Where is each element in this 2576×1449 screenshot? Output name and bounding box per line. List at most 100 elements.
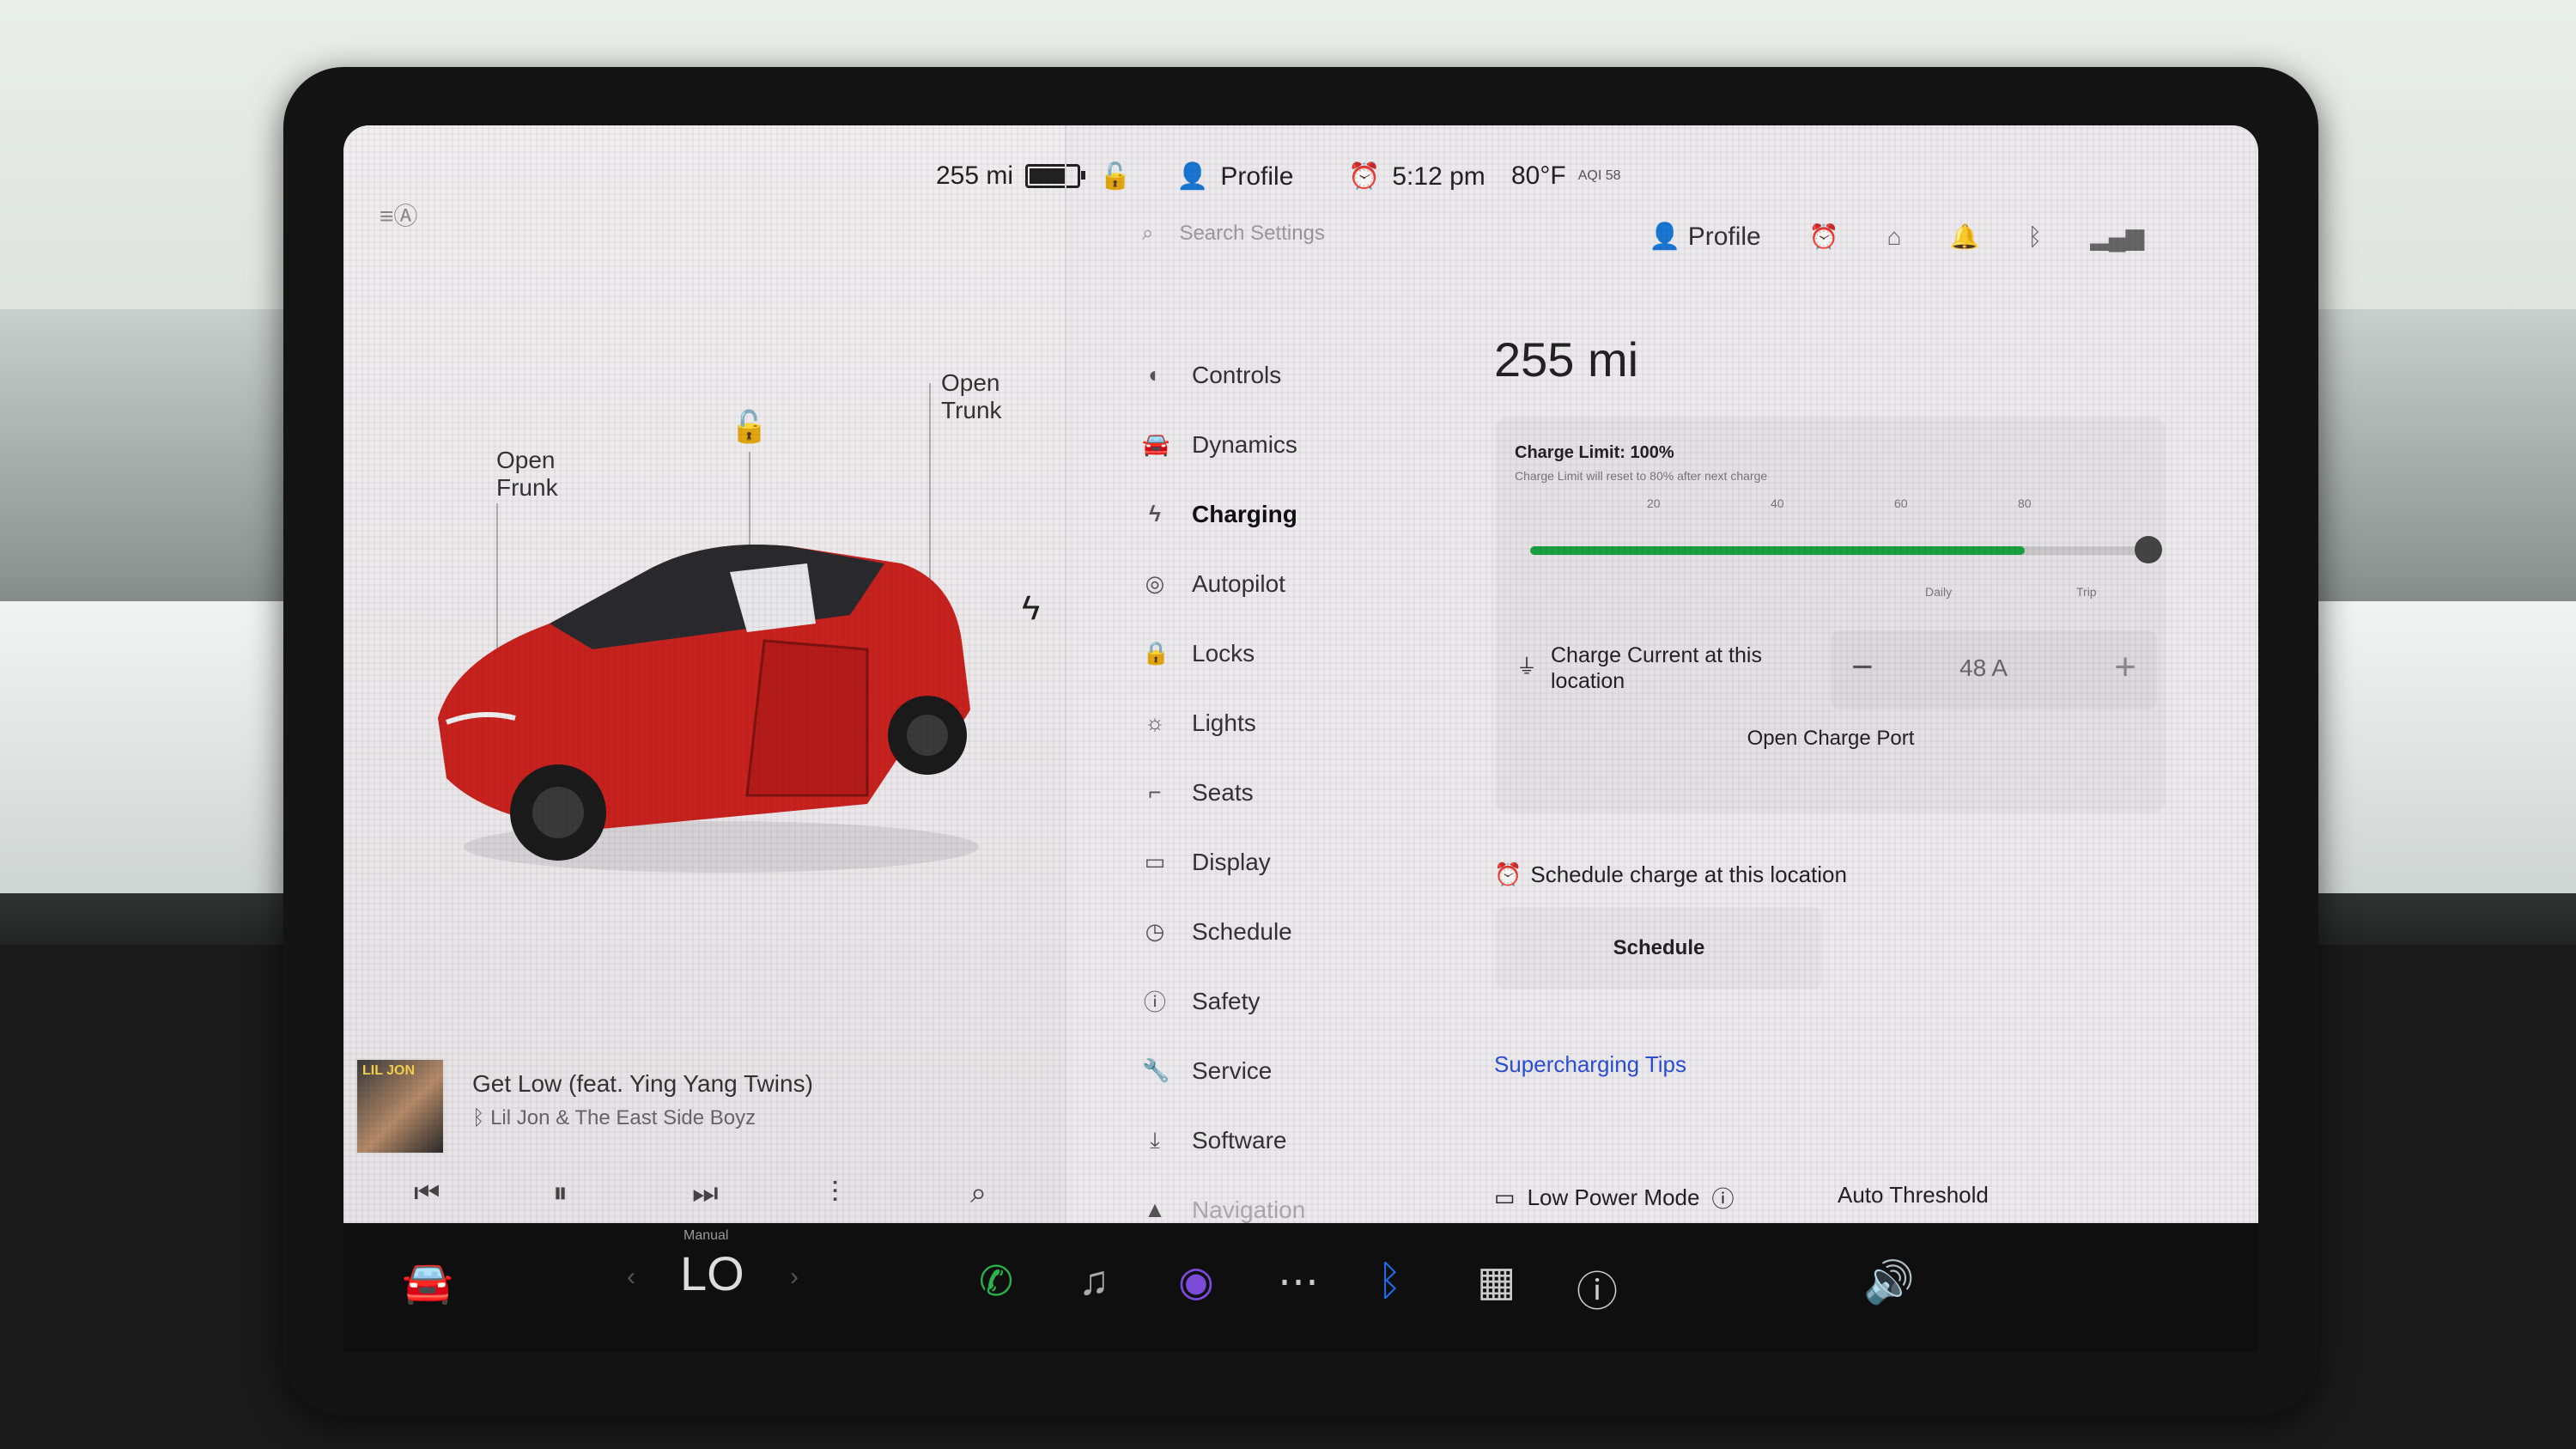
pause-icon[interactable]: ⏸	[553, 1177, 568, 1210]
charge-current-value: 48 A	[1959, 654, 2008, 681]
download-icon: ⤓	[1150, 1126, 1160, 1153]
menu-item-autopilot[interactable]: ◎ Autopilot	[1142, 549, 1468, 618]
range-display: 255 mi	[1494, 332, 1639, 387]
menu-item-label: Locks	[1192, 639, 1255, 667]
menu-item-label: Service	[1192, 1056, 1273, 1084]
schedule-clock-icon: ⏰	[1494, 861, 1522, 887]
open-trunk-button[interactable]: Open Trunk	[941, 369, 1002, 424]
low-power-battery-icon: ▭	[1494, 1184, 1516, 1210]
steering-wheel-icon: ◎	[1145, 570, 1165, 596]
status-lock-icon[interactable]: 🔓	[1099, 161, 1131, 192]
charge-limit-fill	[1530, 546, 2025, 555]
status-range-text: 255 mi	[936, 161, 1014, 190]
charging-panel: 255 mi Charge Limit: 100% Charge Limit w…	[1477, 125, 2258, 1223]
status-time-text: 5:12 pm	[1392, 161, 1485, 191]
menu-item-seats[interactable]: ⌐ Seats	[1142, 758, 1468, 827]
panel-divider	[1065, 125, 1066, 1223]
status-range: 255 mi	[936, 161, 1086, 191]
bluetooth-source-icon: ᛒ	[472, 1106, 491, 1129]
menu-item-lights[interactable]: ☼ Lights	[1142, 688, 1468, 758]
charge-limit-card: Charge Limit: 100% Charge Limit will res…	[1496, 417, 2166, 813]
music-icon[interactable]: ♫	[1078, 1257, 1109, 1305]
charge-current-stepper: − 48 A +	[1831, 630, 2157, 709]
menu-item-label: Seats	[1192, 778, 1254, 806]
menu-item-software[interactable]: ⤓ Software	[1142, 1105, 1468, 1175]
car-icon[interactable]: 🚘	[402, 1257, 453, 1306]
media-controls: ⏮ ⏸ ⏭ ⫶ ⌕	[343, 1168, 1065, 1220]
charge-limit-note: Charge Limit will reset to 80% after nex…	[1515, 469, 1768, 483]
seat-icon: ⌐	[1148, 779, 1162, 805]
info-icon: ⓘ	[1143, 989, 1166, 1015]
menu-item-display[interactable]: ▭ Display	[1142, 827, 1468, 897]
plug-icon: ⏚	[1516, 655, 1537, 679]
alarm-icon: ⏰	[1348, 162, 1381, 191]
bluetooth-app-icon[interactable]: ᛒ	[1377, 1257, 1402, 1305]
auto-threshold-label[interactable]: Auto Threshold	[1838, 1182, 1989, 1209]
touchscreen: ≡Ⓐ Open Frunk Open Trunk 🔓 ϟ LIL JON Get…	[343, 125, 2258, 1223]
slider-tick-label: 20	[1647, 496, 1661, 510]
info-icon[interactable]: ⓘ	[1711, 1182, 1734, 1214]
slider-tick-label: 40	[1771, 496, 1784, 510]
camera-icon[interactable]: ◉	[1178, 1257, 1214, 1306]
settings-menu: ◐ Controls 🚘 Dynamics ϟ Charging ◎ Autopilot 🔒 Lo…	[1142, 340, 1468, 1223]
calendar-icon[interactable]: ▦	[1477, 1257, 1516, 1306]
menu-item-controls[interactable]: ◐ Controls	[1142, 340, 1468, 410]
open-trunk-line1: Open	[941, 369, 1000, 396]
profile-icon: 👤	[1176, 162, 1209, 191]
menu-item-label: Autopilot	[1192, 569, 1285, 597]
album-art[interactable]: LIL JON	[355, 1058, 445, 1154]
charge-limit-label: Charge Limit: 100%	[1515, 443, 1674, 462]
previous-track-icon[interactable]: ⏮	[414, 1177, 440, 1210]
temp-down-chevron-icon[interactable]: ‹	[627, 1263, 635, 1292]
menu-item-label: Display	[1192, 848, 1271, 875]
supercharging-tips-link[interactable]: Supercharging Tips	[1494, 1051, 1686, 1078]
daily-label: Daily	[1925, 585, 1953, 599]
menu-item-label: Dynamics	[1192, 430, 1297, 458]
bolt-icon: ϟ	[1149, 501, 1161, 527]
status-profile[interactable]: 👤 Profile	[1176, 161, 1293, 192]
charge-port-bolt-icon[interactable]: ϟ	[1022, 589, 1040, 628]
low-power-mode-row[interactable]: ▭ Low Power Mode ⓘ	[1494, 1182, 1734, 1214]
unlock-icon[interactable]: 🔓	[730, 409, 769, 445]
settings-search[interactable]: ⌕ Search Settings	[1142, 222, 1325, 246]
light-icon: ☼	[1145, 709, 1165, 735]
increase-current-button[interactable]: +	[2114, 646, 2136, 689]
taskbar: 🚘 ‹ Manual LO › ✆ ♫ ◉ ⋯ ᛒ ▦ ⓘ 🔊	[343, 1223, 2258, 1352]
manual-info-icon[interactable]: ⓘ	[1577, 1257, 1618, 1318]
open-charge-port-button[interactable]: Open Charge Port	[1496, 727, 2166, 751]
menu-item-service[interactable]: 🔧 Service	[1142, 1036, 1468, 1105]
open-frunk-button[interactable]: Open Frunk	[496, 447, 558, 502]
song-title: Get Low (feat. Ying Yang Twins)	[472, 1070, 813, 1097]
schedule-charge-label: Schedule charge at this location	[1530, 861, 1847, 887]
next-track-icon[interactable]: ⏭	[692, 1177, 719, 1210]
equalizer-icon[interactable]: ⫶	[831, 1177, 839, 1210]
phone-icon[interactable]: ✆	[979, 1257, 1013, 1306]
menu-item-charging[interactable]: ϟ Charging	[1142, 479, 1468, 549]
climate-mode-label: Manual	[683, 1228, 729, 1243]
menu-item-safety[interactable]: ⓘ Safety	[1142, 966, 1468, 1036]
schedule-button[interactable]: Schedule	[1496, 907, 1822, 989]
lock-icon: 🔒	[1142, 640, 1170, 666]
battery-icon	[1025, 164, 1086, 188]
charge-limit-slider[interactable]	[1530, 536, 2162, 563]
vehicle-panel: ≡Ⓐ Open Frunk Open Trunk 🔓 ϟ LIL JON Get…	[343, 125, 1065, 1223]
menu-item-label: Software	[1192, 1126, 1287, 1154]
cabin-temperature[interactable]: LO	[680, 1245, 744, 1301]
menu-item-schedule[interactable]: ◷ Schedule	[1142, 897, 1468, 966]
charge-limit-handle[interactable]	[2135, 536, 2162, 563]
media-search-icon[interactable]: ⌕	[970, 1177, 987, 1210]
menu-item-label: Schedule	[1192, 917, 1292, 945]
menu-item-locks[interactable]: 🔒 Locks	[1142, 618, 1468, 688]
media-player: LIL JON Get Low (feat. Ying Yang Twins) …	[343, 1019, 1065, 1223]
open-trunk-line2: Trunk	[941, 397, 1002, 423]
charge-current-label: Charge Current at this location	[1551, 643, 1762, 693]
search-icon: ⌕	[1142, 222, 1154, 245]
more-apps-icon[interactable]: ⋯	[1278, 1257, 1319, 1306]
menu-item-dynamics[interactable]: 🚘 Dynamics	[1142, 410, 1468, 479]
temp-up-chevron-icon[interactable]: ›	[790, 1263, 799, 1292]
open-frunk-line1: Open	[496, 447, 556, 473]
menu-item-label: Navigation	[1192, 1196, 1306, 1223]
volume-icon[interactable]: 🔊	[1863, 1257, 1915, 1306]
decrease-current-button[interactable]: −	[1851, 646, 1874, 689]
menu-item-navigation[interactable]: ▲ Navigation	[1142, 1175, 1468, 1223]
